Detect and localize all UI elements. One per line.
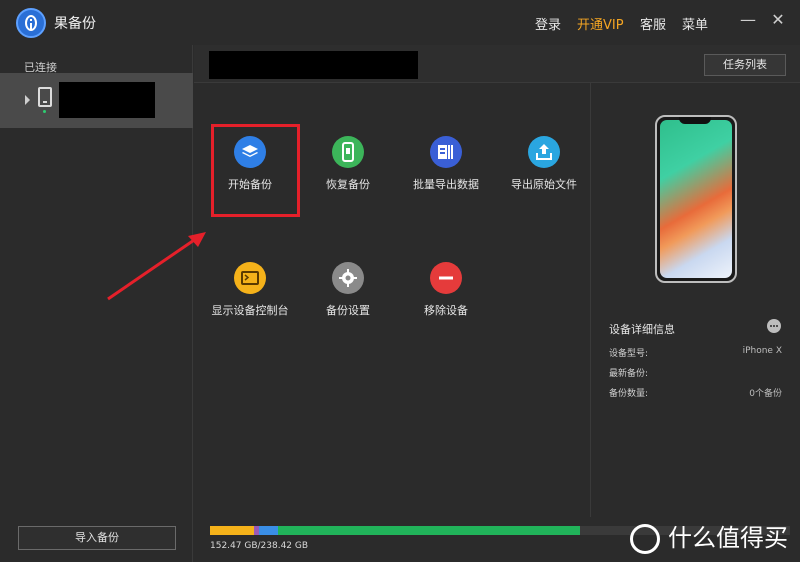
device-details-title: 设备详细信息: [609, 323, 675, 336]
iphone-image: [655, 115, 737, 283]
device-model-label: 设备型号:: [609, 349, 649, 359]
watermark: 什么值得买: [630, 518, 788, 554]
backup-count-value: 0个备份: [749, 389, 782, 399]
device-model-value: iPhone X: [742, 346, 782, 356]
storage-segment-0: [210, 526, 254, 535]
more-options-icon[interactable]: [767, 319, 781, 333]
watermark-logo-icon: [630, 524, 660, 554]
storage-text: 152.47 GB/238.42 GB: [210, 541, 309, 551]
watermark-text: 什么值得买: [668, 524, 788, 552]
storage-segment-2: [259, 526, 278, 535]
latest-backup-label: 最新备份:: [609, 369, 649, 379]
device-info-panel: 设备详细信息 设备型号: iPhone X 最新备份: 备份数量: 0个备份: [590, 83, 800, 517]
storage-segment-3: [278, 526, 580, 535]
backup-count-label: 备份数量:: [609, 389, 649, 399]
